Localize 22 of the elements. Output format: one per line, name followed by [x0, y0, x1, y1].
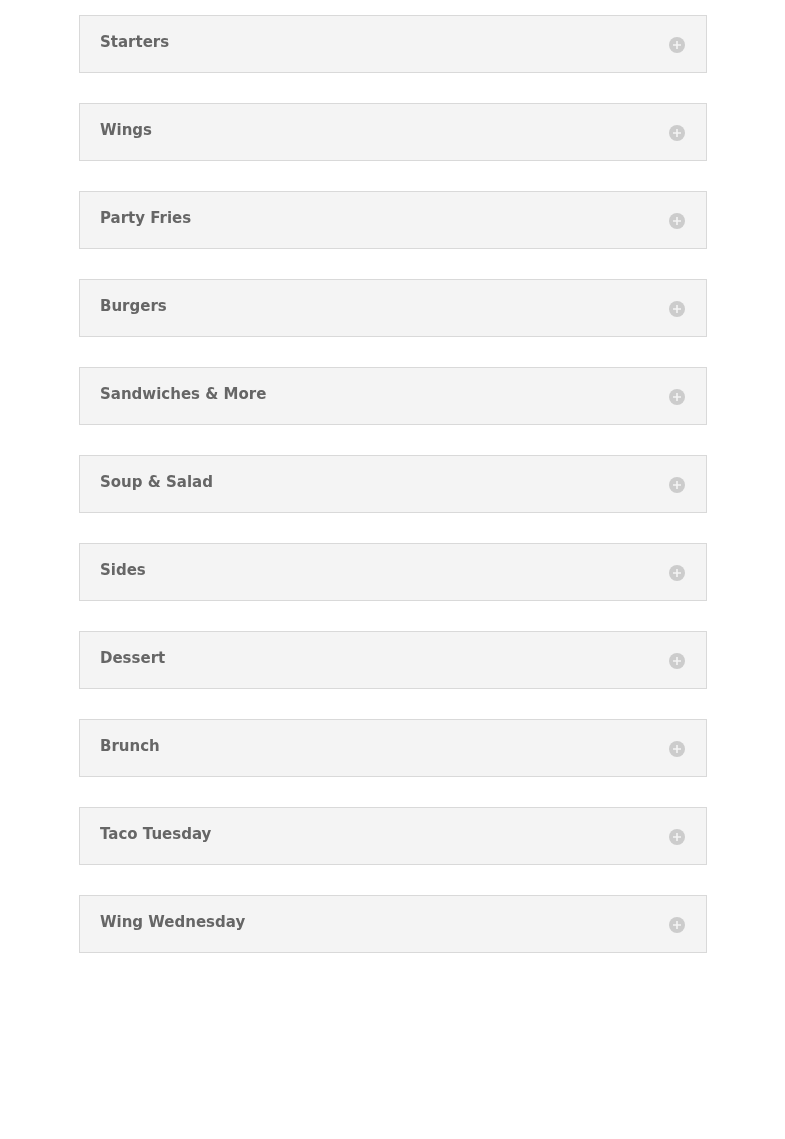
accordion-toggle[interactable]: Soup & Salad	[79, 455, 707, 513]
plus-circle-icon	[669, 565, 685, 581]
accordion-toggle[interactable]: Wing Wednesday	[79, 895, 707, 953]
plus-circle-icon	[669, 213, 685, 229]
plus-circle-icon	[669, 741, 685, 757]
accordion-toggle[interactable]: Sandwiches & More	[79, 367, 707, 425]
plus-circle-icon	[669, 829, 685, 845]
accordion-toggle[interactable]: Dessert	[79, 631, 707, 689]
accordion-toggle[interactable]: Burgers	[79, 279, 707, 337]
plus-circle-icon	[669, 477, 685, 493]
plus-circle-icon	[669, 37, 685, 53]
accordion-toggle[interactable]: Sides	[79, 543, 707, 601]
accordion-toggle[interactable]: Wings	[79, 103, 707, 161]
plus-circle-icon	[669, 301, 685, 317]
accordion-toggle[interactable]: Taco Tuesday	[79, 807, 707, 865]
accordion-toggle[interactable]: Party Fries	[79, 191, 707, 249]
plus-circle-icon	[669, 917, 685, 933]
accordion-toggle[interactable]: Starters	[79, 15, 707, 73]
plus-circle-icon	[669, 653, 685, 669]
plus-circle-icon	[669, 125, 685, 141]
plus-circle-icon	[669, 389, 685, 405]
accordion-toggle[interactable]: Brunch	[79, 719, 707, 777]
